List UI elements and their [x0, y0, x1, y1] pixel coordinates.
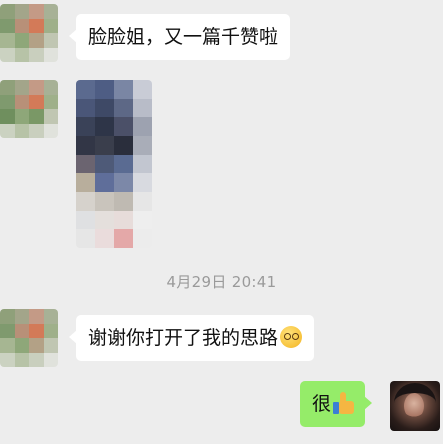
- thumbs-up-emoji-icon: [333, 391, 355, 415]
- message-bubble-outgoing[interactable]: 很: [300, 381, 373, 427]
- message-text: 很: [312, 393, 332, 415]
- message-bubble-incoming[interactable]: 脸脸姐，又一篇千赞啦: [68, 14, 291, 60]
- contact-avatar[interactable]: [0, 80, 58, 138]
- image-message[interactable]: [76, 80, 152, 248]
- message-bubble-incoming[interactable]: 谢谢你打开了我的思路: [68, 315, 315, 361]
- contact-avatar[interactable]: [0, 309, 58, 367]
- self-avatar[interactable]: [390, 381, 440, 431]
- chat-view: 脸脸姐，又一篇千赞啦 4月29日 20:41 谢谢你打开了我的思路 很: [0, 0, 443, 444]
- hugging-face-emoji-icon: [280, 326, 303, 348]
- contact-avatar[interactable]: [0, 4, 58, 62]
- message-text: 脸脸姐，又一篇千赞啦: [88, 26, 279, 48]
- message-text: 谢谢你打开了我的思路: [88, 327, 279, 349]
- message-timestamp: 4月29日 20:41: [166, 273, 277, 291]
